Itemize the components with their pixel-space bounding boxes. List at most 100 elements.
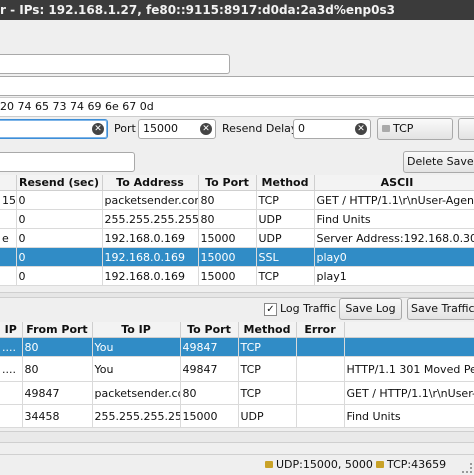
- cell: play1: [314, 266, 474, 286]
- log-col-ascii[interactable]: [344, 322, 474, 338]
- clear-resend-icon[interactable]: ✕: [355, 123, 367, 135]
- cell: GET / HTTP/1.1\r\nUser-Agen: [344, 381, 474, 405]
- table-row[interactable]: 0 192.168.0.169 15000 TCP play1: [0, 266, 474, 286]
- log-col-from-port[interactable]: From Port: [22, 322, 93, 338]
- cell: Find Units: [344, 404, 474, 428]
- window-titlebar[interactable]: r - IPs: 192.168.1.27, fe80::9115:8917:d…: [0, 0, 474, 20]
- cell: [344, 337, 474, 357]
- tcp-status[interactable]: TCP:43659: [376, 458, 446, 472]
- cell: 80: [198, 190, 257, 210]
- udp-status[interactable]: UDP:15000, 5000: [265, 458, 373, 472]
- cell: TCP: [238, 356, 297, 382]
- saved-search-field[interactable]: [0, 152, 135, 172]
- cell: 192.168.0.169: [102, 266, 199, 286]
- port-value: 15000: [143, 122, 178, 135]
- cell: [0, 266, 17, 286]
- hex-field[interactable]: 20 74 65 73 74 69 6e 67 0d: [0, 97, 474, 117]
- log-col-to-ip[interactable]: To IP: [92, 322, 181, 338]
- cell: [0, 404, 23, 428]
- cell: SSL: [256, 247, 315, 267]
- clear-address-icon[interactable]: ✕: [92, 123, 104, 135]
- log-traffic-label: Log Traffic: [280, 302, 337, 315]
- cell: packetsender.com: [102, 190, 199, 210]
- checkmark-icon: ✓: [264, 302, 277, 316]
- resize-grip-icon[interactable]: [462, 463, 472, 473]
- saved-col-ascii[interactable]: ASCII: [314, 175, 474, 191]
- status-bar: UDP:15000, 5000 TCP:43659: [0, 454, 474, 475]
- cell: [296, 356, 345, 382]
- cell: play0: [314, 247, 474, 267]
- table-row[interactable]: 0 255.255.255.255 80 UDP Find Units: [0, 209, 474, 229]
- delete-saved-button[interactable]: Delete Saved: [403, 151, 474, 173]
- cell: 49847: [180, 356, 239, 382]
- port-label: Port: [114, 122, 136, 135]
- protocol-select[interactable]: TCP: [377, 118, 453, 140]
- resend-delay-value: 0: [298, 122, 305, 135]
- cell: 0: [16, 190, 103, 210]
- table-row[interactable]: 49847packetsender.com80TCP GET / HTTP/1.1…: [0, 381, 474, 405]
- packet-name-field[interactable]: [0, 54, 230, 74]
- saved-col-to-port[interactable]: To Port: [198, 175, 257, 191]
- resend-delay-label: Resend Delay: [222, 122, 298, 135]
- udp-status-text: UDP:15000, 5000: [276, 458, 373, 471]
- saved-packets-table[interactable]: Resend (sec) To Address To Port Method A…: [0, 175, 474, 286]
- saved-col-name[interactable]: [0, 175, 17, 191]
- cell: [0, 381, 23, 405]
- save-traffic-button[interactable]: Save Traffic P: [407, 298, 474, 320]
- cell: 15000: [180, 404, 239, 428]
- table-row-selected[interactable]: 0 192.168.0.169 15000 SSL play0: [0, 247, 474, 267]
- cell: 15000: [198, 266, 257, 286]
- saved-col-resend[interactable]: Resend (sec): [16, 175, 103, 191]
- cell: 49847: [180, 337, 239, 357]
- tcp-status-text: TCP:43659: [387, 458, 447, 471]
- cell: You: [92, 356, 181, 382]
- cell: HTTP/1.1 301 Moved Perma: [344, 356, 474, 382]
- cell: ....: [0, 356, 23, 382]
- udp-lock-icon: [265, 461, 273, 468]
- cell: TCP: [238, 381, 297, 405]
- saved-col-method[interactable]: Method: [256, 175, 315, 191]
- cell: Server Address:192.168.0.30: [314, 228, 474, 248]
- splitter-handle[interactable]: [0, 292, 474, 298]
- table-row[interactable]: ....80You49847TCP HTTP/1.1 301 Moved Perm…: [0, 356, 474, 382]
- cell: You: [92, 337, 181, 357]
- cell: 80: [180, 381, 239, 405]
- cell: [296, 337, 345, 357]
- cell: 34458: [22, 404, 93, 428]
- cell: 80: [22, 337, 93, 357]
- cell: 49847: [22, 381, 93, 405]
- traffic-log-table[interactable]: IP From Port To IP To Port Method Error …: [0, 322, 474, 428]
- log-col-method[interactable]: Method: [238, 322, 297, 338]
- cell: 0: [16, 209, 103, 229]
- cell: 0: [16, 247, 103, 267]
- table-row[interactable]: 15 0 packetsender.com 80 TCP GET / HTTP/1.1\r…: [0, 190, 474, 210]
- clear-port-icon[interactable]: ✕: [200, 123, 212, 135]
- cell: 15000: [198, 228, 257, 248]
- horizontal-scrollbar[interactable]: [0, 431, 474, 443]
- cell: GET / HTTP/1.1\r\nUser-Agent:: [314, 190, 474, 210]
- cell: TCP: [256, 266, 315, 286]
- cell: [296, 381, 345, 405]
- ascii-field[interactable]: [0, 76, 474, 96]
- cell: TCP: [256, 190, 315, 210]
- cell: 15: [0, 190, 17, 210]
- log-col-ip[interactable]: IP: [0, 322, 23, 338]
- cell: packetsender.com: [92, 381, 181, 405]
- window-title: r - IPs: 192.168.1.27, fe80::9115:8917:d…: [0, 3, 395, 17]
- cell: 80: [22, 356, 93, 382]
- cell: Find Units: [314, 209, 474, 229]
- send-button-partial[interactable]: [458, 118, 474, 140]
- cell: e: [0, 228, 17, 248]
- table-row[interactable]: 34458 255.255.255.255 15000 UDP Find Units: [0, 404, 474, 428]
- table-row[interactable]: e 0 192.168.0.169 15000 UDP Server Address:19…: [0, 228, 474, 248]
- table-row-selected[interactable]: .... 80 You 49847 TCP: [0, 337, 474, 357]
- cell: UDP: [256, 228, 315, 248]
- log-col-to-port[interactable]: To Port: [180, 322, 239, 338]
- cell: ....: [0, 337, 23, 357]
- cell: TCP: [238, 337, 297, 357]
- log-col-error[interactable]: Error: [296, 322, 345, 338]
- save-log-button[interactable]: Save Log: [339, 298, 402, 320]
- saved-col-to-address[interactable]: To Address: [102, 175, 199, 191]
- cell: [0, 209, 17, 229]
- log-traffic-checkbox[interactable]: ✓ Log Traffic: [264, 299, 336, 319]
